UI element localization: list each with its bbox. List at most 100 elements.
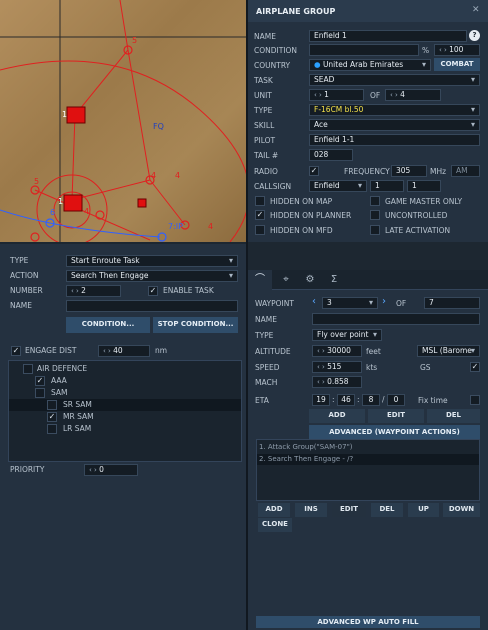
unit-total-stepper[interactable]: ‹ › 4	[385, 89, 441, 101]
waypoint-label: WAYPOINT	[255, 299, 294, 308]
group-name-input[interactable]: Enfield 1	[309, 30, 467, 42]
tree-item-air-defence: AIR DEFENCE	[37, 364, 88, 373]
altitude-unit: feet	[366, 347, 381, 356]
mr-sam-checkbox[interactable]: ✓	[47, 412, 57, 422]
map-label: 4	[84, 207, 90, 216]
wp-add-button[interactable]: ADD	[309, 409, 365, 423]
lr-sam-checkbox[interactable]	[47, 424, 57, 434]
group-marker[interactable]	[63, 194, 83, 212]
waypoint-tab-bar: ⌒ ⌖ ⚙ Σ	[248, 270, 488, 290]
action-edit-button[interactable]: EDIT	[332, 503, 366, 517]
hidden-on-mfd-checkbox[interactable]	[255, 225, 265, 235]
condition-button[interactable]: CONDITION...	[66, 317, 150, 333]
skill-select[interactable]: Ace	[309, 119, 480, 131]
wp-del-button[interactable]: DEL	[427, 409, 480, 423]
task-label: TASK	[254, 76, 273, 85]
action-ins-button[interactable]: INS	[295, 503, 327, 517]
altitude-ref-select[interactable]: MSL (Barome	[417, 345, 480, 357]
task-number-stepper[interactable]: ‹ › 2	[66, 285, 121, 297]
late-activation-checkbox[interactable]	[370, 225, 380, 235]
advanced-wp-auto-fill-button[interactable]: ADVANCED WP AUTO FILL	[256, 616, 480, 628]
panel-title: AIRPLANE GROUP	[256, 7, 336, 16]
sam-checkbox[interactable]	[35, 388, 45, 398]
action-del-button[interactable]: DEL	[371, 503, 403, 517]
uncontrolled-checkbox[interactable]	[370, 210, 380, 220]
enable-task-checkbox[interactable]: ✓	[148, 286, 158, 296]
aaa-checkbox[interactable]: ✓	[35, 376, 45, 386]
priority-label: PRIORITY	[10, 465, 45, 474]
condition-stepper[interactable]: ‹ › 100	[434, 44, 480, 56]
callsign-number-2[interactable]: 1	[407, 180, 441, 192]
action-item[interactable]: 1. Attack Group("SAM-07")	[259, 442, 477, 453]
summary-tab-icon[interactable]: Σ	[324, 270, 344, 290]
hidden-on-planner-checkbox[interactable]: ✓	[255, 210, 265, 220]
route-tab-icon[interactable]: ⌒	[248, 270, 272, 290]
unit-of-label: OF	[370, 91, 381, 100]
task-name-label: NAME	[10, 301, 32, 310]
stop-condition-button[interactable]: STOP CONDITION...	[153, 317, 238, 333]
action-up-button[interactable]: UP	[408, 503, 439, 517]
game-master-checkbox[interactable]	[370, 196, 380, 206]
gs-label: GS	[420, 363, 431, 372]
hidden-on-map-checkbox[interactable]	[255, 196, 265, 206]
payload-tab-icon[interactable]: ⚙	[300, 270, 320, 290]
speed-unit: kts	[366, 363, 378, 372]
wp-type-select[interactable]: Fly over point	[312, 329, 382, 341]
gs-checkbox[interactable]: ✓	[470, 362, 480, 372]
country-select[interactable]: ● United Arab Emirates	[309, 59, 431, 71]
condition-percent-sign: %	[422, 46, 430, 55]
eta-minutes[interactable]: 46	[337, 394, 355, 406]
map-label: 1	[62, 110, 68, 119]
pilot-label: PILOT	[254, 136, 276, 145]
eta-days[interactable]: 0	[387, 394, 405, 406]
tail-input[interactable]: 028	[309, 149, 353, 161]
aircraft-type-select[interactable]: F-16CM bl.50	[309, 104, 480, 116]
action-item[interactable]: 2. Search Then Engage - /?	[257, 454, 479, 465]
callsign-select[interactable]: Enfield	[309, 180, 367, 192]
fix-time-checkbox[interactable]	[470, 395, 480, 405]
group-name-label: NAME	[254, 32, 276, 41]
combat-button[interactable]: COMBAT	[434, 58, 480, 71]
engage-dist-checkbox[interactable]: ✓	[11, 346, 21, 356]
group-marker[interactable]	[137, 198, 147, 208]
target-tab-icon[interactable]: ⌖	[276, 270, 296, 290]
enable-task-label: ENABLE TASK	[163, 286, 214, 295]
airplane-group-panel: AIRPLANE GROUP ✕ NAME Enfield 1 ? CONDIT…	[248, 0, 488, 242]
help-icon[interactable]: ?	[469, 30, 480, 41]
action-down-button[interactable]: DOWN	[443, 503, 480, 517]
wp-edit-button[interactable]: EDIT	[368, 409, 424, 423]
priority-stepper[interactable]: ‹ › 0	[84, 464, 138, 476]
type-label: TYPE	[254, 106, 273, 115]
frequency-input[interactable]: 305	[391, 165, 427, 177]
frequency-label: FREQUENCY	[344, 167, 390, 176]
sr-sam-checkbox[interactable]	[47, 400, 57, 410]
map-view[interactable]: 5 1 FQ 5 4 4 1 6 4 7:IP 4	[0, 0, 246, 242]
waypoint-next-icon[interactable]: ›	[382, 296, 386, 307]
radio-checkbox[interactable]: ✓	[309, 166, 319, 176]
modulation-select[interactable]: AM	[451, 165, 480, 177]
close-icon[interactable]: ✕	[472, 5, 480, 15]
eta-hours[interactable]: 19	[312, 394, 330, 406]
pilot-input[interactable]: Enfield 1-1	[309, 134, 480, 146]
engage-dist-stepper[interactable]: ‹ › 40	[98, 345, 150, 357]
task-select[interactable]: SEAD	[309, 74, 480, 86]
mach-stepper[interactable]: ‹ › 0.858	[312, 376, 362, 388]
speed-stepper[interactable]: ‹ › 515	[312, 361, 362, 373]
hidden-on-mfd-label: HIDDEN ON MFD	[270, 226, 333, 235]
waypoint-select[interactable]: 3	[322, 297, 378, 309]
task-type-select[interactable]: Start Enroute Task	[66, 255, 238, 267]
air-defence-checkbox[interactable]	[23, 364, 33, 374]
callsign-number-1[interactable]: 1	[370, 180, 404, 192]
eta-seconds[interactable]: 8	[362, 394, 380, 406]
eta-label: ETA	[255, 396, 269, 405]
advanced-waypoint-actions-button[interactable]: ADVANCED (WAYPOINT ACTIONS)	[309, 425, 480, 439]
action-clone-button[interactable]: CLONE	[258, 518, 292, 532]
unit-stepper[interactable]: ‹ › 1	[309, 89, 364, 101]
task-name-input[interactable]	[66, 300, 238, 312]
waypoint-prev-icon[interactable]: ‹	[312, 296, 316, 307]
action-add-button[interactable]: ADD	[258, 503, 290, 517]
wp-name-input[interactable]	[312, 313, 480, 325]
altitude-stepper[interactable]: ‹ › 30000	[312, 345, 362, 357]
task-action-select[interactable]: Search Then Engage	[66, 270, 238, 282]
group-marker[interactable]	[66, 106, 86, 124]
